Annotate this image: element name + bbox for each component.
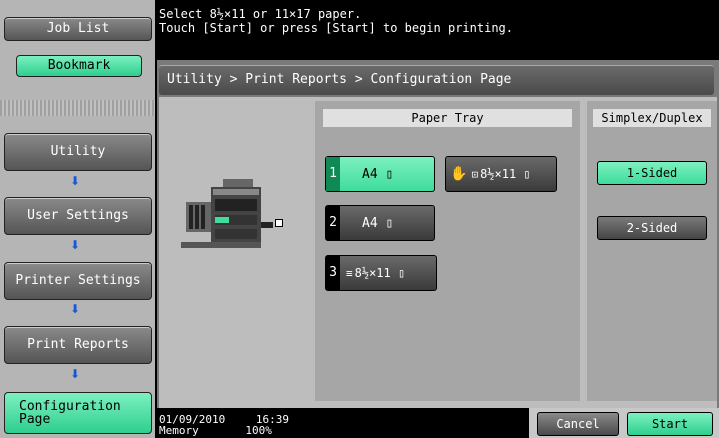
- tray-label: 8½×11 ▯: [480, 167, 531, 181]
- arrow-down-icon: ⬇: [70, 238, 81, 252]
- tray-stack-icon: ≡: [346, 266, 353, 280]
- bookmark-button[interactable]: Bookmark: [16, 55, 142, 77]
- arrow-down-icon: ⬇: [70, 367, 81, 381]
- tray-label: A4 ▯: [362, 166, 394, 182]
- tray-label: 8½×11 ▯: [354, 266, 406, 280]
- job-list-button[interactable]: Job List: [4, 17, 152, 41]
- tray-number: 1: [326, 157, 340, 191]
- message-line-1: Select 8½×11 or 11×17 paper.: [159, 7, 362, 21]
- tray-2-button[interactable]: 2 A4 ▯: [325, 205, 435, 241]
- footer: 01/09/2010 16:39 Memory 100% Cancel Star…: [157, 408, 719, 438]
- tray-number: 3: [326, 256, 340, 290]
- breadcrumb: Utility > Print Reports > Configuration …: [159, 65, 714, 95]
- sidebar: Job List Bookmark Utility ⬇ User Setting…: [0, 0, 155, 438]
- printer-icon: [181, 179, 283, 248]
- sidebar-divider: [0, 100, 155, 116]
- sidebar-item-configuration-page[interactable]: Configuration Page: [4, 392, 152, 434]
- start-button[interactable]: Start: [627, 412, 713, 436]
- sidebar-item-user-settings[interactable]: User Settings: [4, 197, 152, 235]
- content-area: Paper Tray 1 A4 ▯ ✋ ⊡ 8½×11 ▯ 2 A4 ▯ 3 ≡…: [159, 97, 717, 408]
- message-area: Select 8½×11 or 11×17 paper. Touch [Star…: [157, 3, 717, 53]
- simplex-duplex-panel: Simplex/Duplex 1-Sided 2-Sided: [587, 101, 717, 401]
- bypass-tray-button[interactable]: ✋ ⊡ 8½×11 ▯: [445, 156, 557, 192]
- tray-1-button[interactable]: 1 A4 ▯: [325, 156, 435, 192]
- memory-label: Memory: [159, 424, 199, 437]
- action-bar: Cancel Start: [529, 408, 719, 438]
- sidebar-item-printer-settings[interactable]: Printer Settings: [4, 262, 152, 300]
- arrow-down-icon: ⬇: [70, 302, 81, 316]
- main-panel: Utility > Print Reports > Configuration …: [157, 60, 719, 408]
- bypass-tray-icon: ⊡: [471, 167, 479, 181]
- paper-tray-header: Paper Tray: [323, 109, 572, 127]
- message-line-2: Touch [Start] or press [Start] to begin …: [159, 21, 514, 35]
- sidebar-item-print-reports[interactable]: Print Reports: [4, 326, 152, 364]
- hand-icon: ✋: [450, 166, 468, 182]
- tray-number: 2: [326, 206, 340, 240]
- two-sided-button[interactable]: 2-Sided: [597, 216, 707, 240]
- one-sided-button[interactable]: 1-Sided: [597, 161, 707, 185]
- arrow-down-icon: ⬇: [70, 174, 81, 188]
- simplex-duplex-header: Simplex/Duplex: [593, 109, 711, 127]
- tray-label: A4 ▯: [362, 215, 394, 231]
- tray-3-button[interactable]: 3 ≡ 8½×11 ▯: [325, 255, 437, 291]
- date-time-display: 01/09/2010 16:39 Memory 100%: [159, 414, 289, 436]
- memory-value: 100%: [245, 424, 272, 437]
- cancel-button[interactable]: Cancel: [537, 412, 619, 436]
- paper-tray-panel: Paper Tray 1 A4 ▯ ✋ ⊡ 8½×11 ▯ 2 A4 ▯ 3 ≡…: [315, 101, 580, 401]
- sidebar-item-utility[interactable]: Utility: [4, 133, 152, 171]
